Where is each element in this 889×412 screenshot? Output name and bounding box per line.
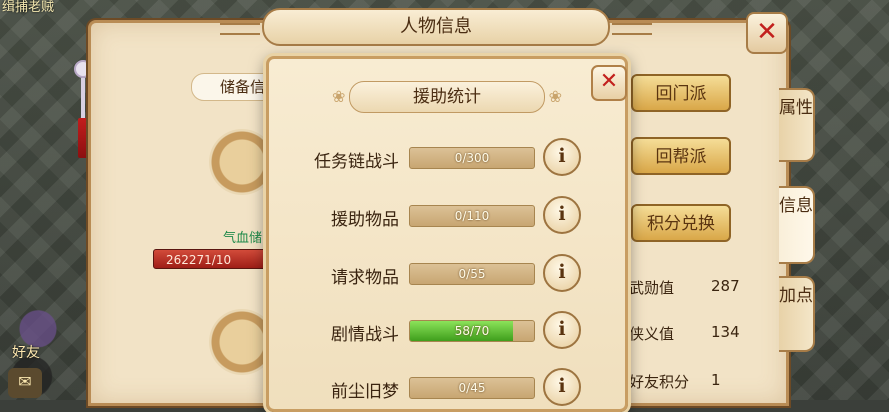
stat-chivalry-value: 134 (711, 323, 740, 341)
row-label: 援助物品 (331, 210, 399, 230)
assist-row-request-items: 请求物品 0/55 i (269, 253, 625, 293)
chat-icon[interactable]: ✉ (8, 368, 42, 398)
return-sect-button[interactable]: 回门派 (631, 74, 731, 112)
info-icon[interactable]: i (543, 254, 581, 292)
progress-bar: 0/55 (409, 263, 535, 285)
panel-close-button[interactable]: ✕ (746, 12, 788, 54)
row-label: 前尘旧梦 (331, 382, 399, 402)
stat-friend-points-label: 好友积分 (629, 373, 690, 391)
progress-text: 0/55 (458, 267, 486, 281)
stat-merit: 武勋值 287 (629, 277, 740, 298)
friends-button[interactable]: 好友 (12, 342, 40, 362)
stat-friend-points-value: 1 (711, 371, 721, 389)
stat-merit-label: 武勋值 (629, 279, 675, 297)
return-guild-button[interactable]: 回帮派 (631, 137, 731, 175)
info-icon[interactable]: i (543, 138, 581, 176)
tab-info[interactable]: 信息 (779, 186, 815, 264)
points-exchange-button[interactable]: 积分兑换 (631, 204, 731, 242)
assist-stats-dialog: 援助统计 ✕ 任务链战斗 0/300 i 援助物品 0/110 i 请求物品 0… (266, 56, 628, 412)
progress-bar: 0/110 (409, 205, 535, 227)
progress-bar: 0/45 (409, 377, 535, 399)
stat-chivalry: 侠义值 134 (629, 323, 740, 344)
row-label: 剧情战斗 (331, 325, 399, 345)
hp-reserve-label: 气血储 (223, 231, 263, 246)
assist-row-past-dreams: 前尘旧梦 0/45 i (269, 367, 625, 407)
dialog-title: 援助统计 (332, 81, 562, 113)
progress-text: 0/45 (458, 381, 486, 395)
row-label: 请求物品 (331, 268, 399, 288)
assist-row-chain-quest: 任务链战斗 0/300 i (269, 137, 625, 177)
stat-chivalry-label: 侠义值 (629, 325, 675, 343)
info-icon[interactable]: i (543, 311, 581, 349)
stat-friend-points: 好友积分 1 (629, 371, 721, 392)
progress-text: 0/300 (454, 151, 490, 165)
tab-attributes[interactable]: 属性 (779, 88, 815, 162)
dialog-close-button[interactable]: ✕ (591, 65, 627, 101)
assist-row-assist-items: 援助物品 0/110 i (269, 195, 625, 235)
row-label: 任务链战斗 (314, 152, 399, 172)
tab-add-points[interactable]: 加点 (779, 276, 815, 352)
quest-tracker-text[interactable]: 缉捕老贼 (2, 0, 54, 15)
progress-bar: 58/70 (409, 320, 535, 342)
info-icon[interactable]: i (543, 196, 581, 234)
progress-text: 58/70 (454, 324, 490, 338)
hp-reserve-bar: 262271/10 (153, 249, 278, 269)
info-icon[interactable]: i (543, 368, 581, 406)
progress-text: 0/110 (454, 209, 490, 223)
progress-bar: 0/300 (409, 147, 535, 169)
panel-title: 人物信息 (220, 8, 652, 46)
assist-row-story-battle: 剧情战斗 58/70 i (269, 310, 625, 350)
stat-merit-value: 287 (711, 277, 740, 295)
